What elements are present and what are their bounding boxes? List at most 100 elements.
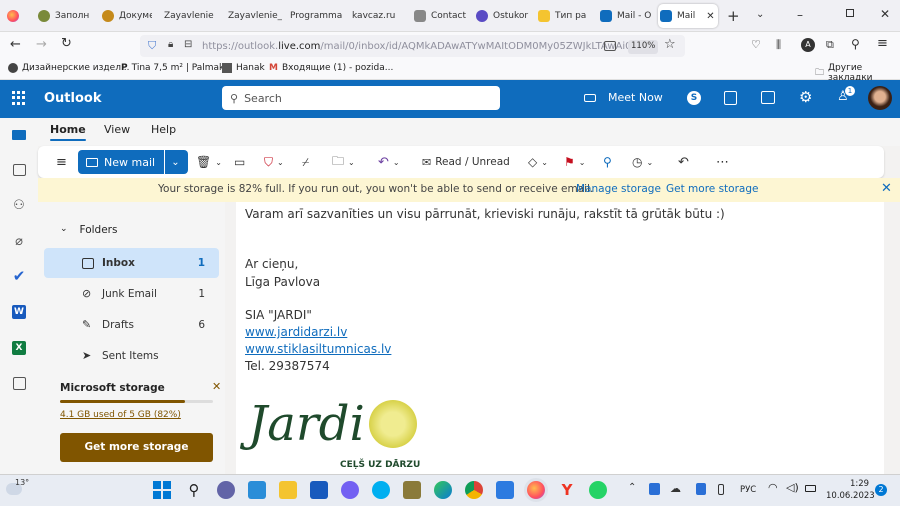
minimize-button[interactable]: – [797, 8, 803, 22]
skype-icon[interactable] [372, 481, 390, 499]
people-icon[interactable]: ⚇ [9, 196, 29, 214]
clock-date[interactable]: 10.06.2023 [826, 491, 875, 501]
bluetooth-icon[interactable] [696, 483, 706, 495]
manage-storage-link[interactable]: Manage storage [576, 183, 661, 195]
get-more-storage-link[interactable]: Get more storage [666, 183, 758, 195]
maximize-button[interactable] [846, 9, 854, 17]
firefox-icon[interactable] [527, 481, 545, 499]
forward-icon[interactable]: → [36, 37, 47, 52]
volume-icon[interactable]: ◁) [786, 481, 799, 494]
website-link-1[interactable]: www.jardidarzi.lv [245, 325, 347, 339]
sweep-icon[interactable]: ⌿ [302, 153, 309, 171]
close-window-button[interactable]: ✕ [880, 7, 890, 21]
skype-icon[interactable]: S [687, 91, 701, 105]
tab-4[interactable]: Zayavlenie_ [226, 4, 282, 28]
reload-icon[interactable]: ↻ [61, 36, 72, 51]
defender-icon[interactable] [649, 483, 660, 495]
pin-icon[interactable]: ⚲ [603, 153, 612, 171]
close-tab-icon[interactable]: ✕ [706, 11, 714, 22]
flag-icon[interactable]: ⚑ ⌄ [564, 153, 585, 171]
notification-count-badge[interactable]: 2 [875, 484, 887, 496]
reply-icon[interactable]: ↶ ⌄ [378, 153, 400, 171]
screenshot-icon[interactable]: ⧉ [826, 38, 834, 52]
storage-used-text[interactable]: 4.1 GB used of 5 GB (82%) [60, 410, 181, 420]
tab-help[interactable]: Help [151, 123, 176, 136]
account-avatar-icon[interactable]: A [801, 38, 815, 52]
zoom-indicator[interactable]: 110% [628, 40, 659, 54]
move-to-icon[interactable]: 🗀︎ ⌄ [332, 153, 355, 171]
word-icon[interactable]: W [9, 303, 29, 321]
app-name[interactable]: Outlook [44, 91, 101, 106]
folders-header[interactable]: ⌄ Folders [60, 224, 117, 236]
extensions-icon[interactable]: ⚲ [851, 37, 860, 51]
search-box[interactable]: ⚲ Search [222, 86, 500, 110]
bookmark-star-icon[interactable]: ☆ [664, 37, 676, 52]
reader-view-icon[interactable] [604, 41, 616, 51]
undo-icon[interactable]: ↶ [678, 153, 689, 171]
folder-junk-email[interactable]: ⊘ Junk Email 1 [44, 279, 219, 309]
attachment-icon[interactable]: ⌀ [9, 232, 29, 250]
close-banner-icon[interactable]: ✕ [881, 181, 892, 196]
yandex-icon[interactable]: Y [558, 481, 576, 499]
tab-view[interactable]: View [104, 123, 130, 136]
new-tab-button[interactable]: + [727, 7, 740, 25]
tab-1[interactable]: Заполн [36, 4, 94, 28]
meet-now-button[interactable]: Meet Now [584, 91, 663, 104]
keyboard-language[interactable]: РУС [740, 485, 756, 495]
app-launcher-icon[interactable] [12, 91, 26, 105]
battery-icon[interactable] [805, 485, 816, 492]
tab-10[interactable]: Mail - O [598, 4, 654, 28]
folder-drafts[interactable]: ✎ Drafts 6 [44, 310, 219, 340]
report-icon[interactable]: ⛉ ⌄ [264, 153, 284, 171]
tray-chevron-icon[interactable]: ⌃ [628, 482, 636, 493]
start-button[interactable] [153, 481, 171, 499]
tab-7[interactable]: Contact [412, 4, 468, 28]
bookmark-1[interactable]: Дизайнерские издел... [8, 63, 130, 73]
folder-inbox[interactable]: Inbox 1 [44, 248, 219, 278]
settings-gear-icon[interactable]: ⚙ [799, 88, 812, 106]
new-mail-dropdown-chevron-icon[interactable]: ⌄ [164, 150, 186, 174]
tab-11-active[interactable]: Mail ✕ [658, 4, 718, 28]
mail-icon[interactable] [9, 126, 29, 144]
user-avatar[interactable] [868, 86, 892, 110]
folder-sent-items[interactable]: ➤ Sent Items [44, 341, 219, 371]
clock-time[interactable]: 1:29 [850, 479, 869, 489]
tab-6[interactable]: kavcaz.ru [350, 4, 406, 28]
pocket-icon[interactable]: ♡ [751, 38, 761, 51]
bookmark-4[interactable]: M Входящие (1) - pozida... [269, 63, 393, 73]
bookmark-3[interactable]: Hanak [222, 63, 265, 73]
file-explorer-icon[interactable] [279, 481, 297, 499]
firefox-icon[interactable] [7, 10, 19, 22]
archive-icon[interactable]: ▭ [234, 153, 245, 171]
calendar-icon[interactable] [9, 161, 29, 179]
word-icon[interactable] [310, 481, 328, 499]
snooze-clock-icon[interactable]: ◷ ⌄ [632, 153, 653, 171]
more-apps-icon[interactable] [9, 374, 29, 392]
tab-5[interactable]: Programma [288, 4, 346, 28]
get-more-storage-button[interactable]: Get more storage [60, 433, 213, 462]
viber-icon[interactable] [341, 481, 359, 499]
teams-chat-icon[interactable] [217, 481, 235, 499]
tab-8[interactable]: Ostukor [474, 4, 530, 28]
todo-icon[interactable]: ✔ [9, 267, 29, 285]
more-options-icon[interactable]: ⋯ [716, 153, 729, 171]
library-icon[interactable]: ⫼ [776, 38, 781, 52]
website-link-2[interactable]: www.stiklasiltumnicas.lv [245, 342, 391, 356]
edge-icon[interactable] [434, 481, 452, 499]
desktop-icon[interactable] [248, 481, 266, 499]
wifi-icon[interactable]: ◠ [768, 481, 778, 494]
delete-icon[interactable]: 🗑︎ ⌄ [196, 153, 222, 171]
permissions-icon[interactable]: ⊟ [184, 39, 192, 50]
snipping-tool-icon[interactable] [496, 481, 514, 499]
weather-temp[interactable]: 13° [15, 478, 29, 487]
shield-icon[interactable]: ⛉ [148, 39, 156, 53]
hamburger-menu-icon[interactable]: ≡ [56, 153, 67, 171]
search-icon[interactable]: ⚲ [185, 481, 203, 499]
bookmark-2[interactable]: P Tina 7,5 m² | Palmako [121, 63, 229, 73]
tab-list-chevron-icon[interactable]: ⌄ [756, 9, 764, 20]
tab-home[interactable]: Home [50, 123, 86, 141]
back-icon[interactable]: ← [10, 37, 21, 52]
office-icon[interactable] [724, 91, 737, 105]
read-unread-button[interactable]: ✉︎ Read / Unread [422, 153, 510, 171]
whatsapp-icon[interactable] [589, 481, 607, 499]
